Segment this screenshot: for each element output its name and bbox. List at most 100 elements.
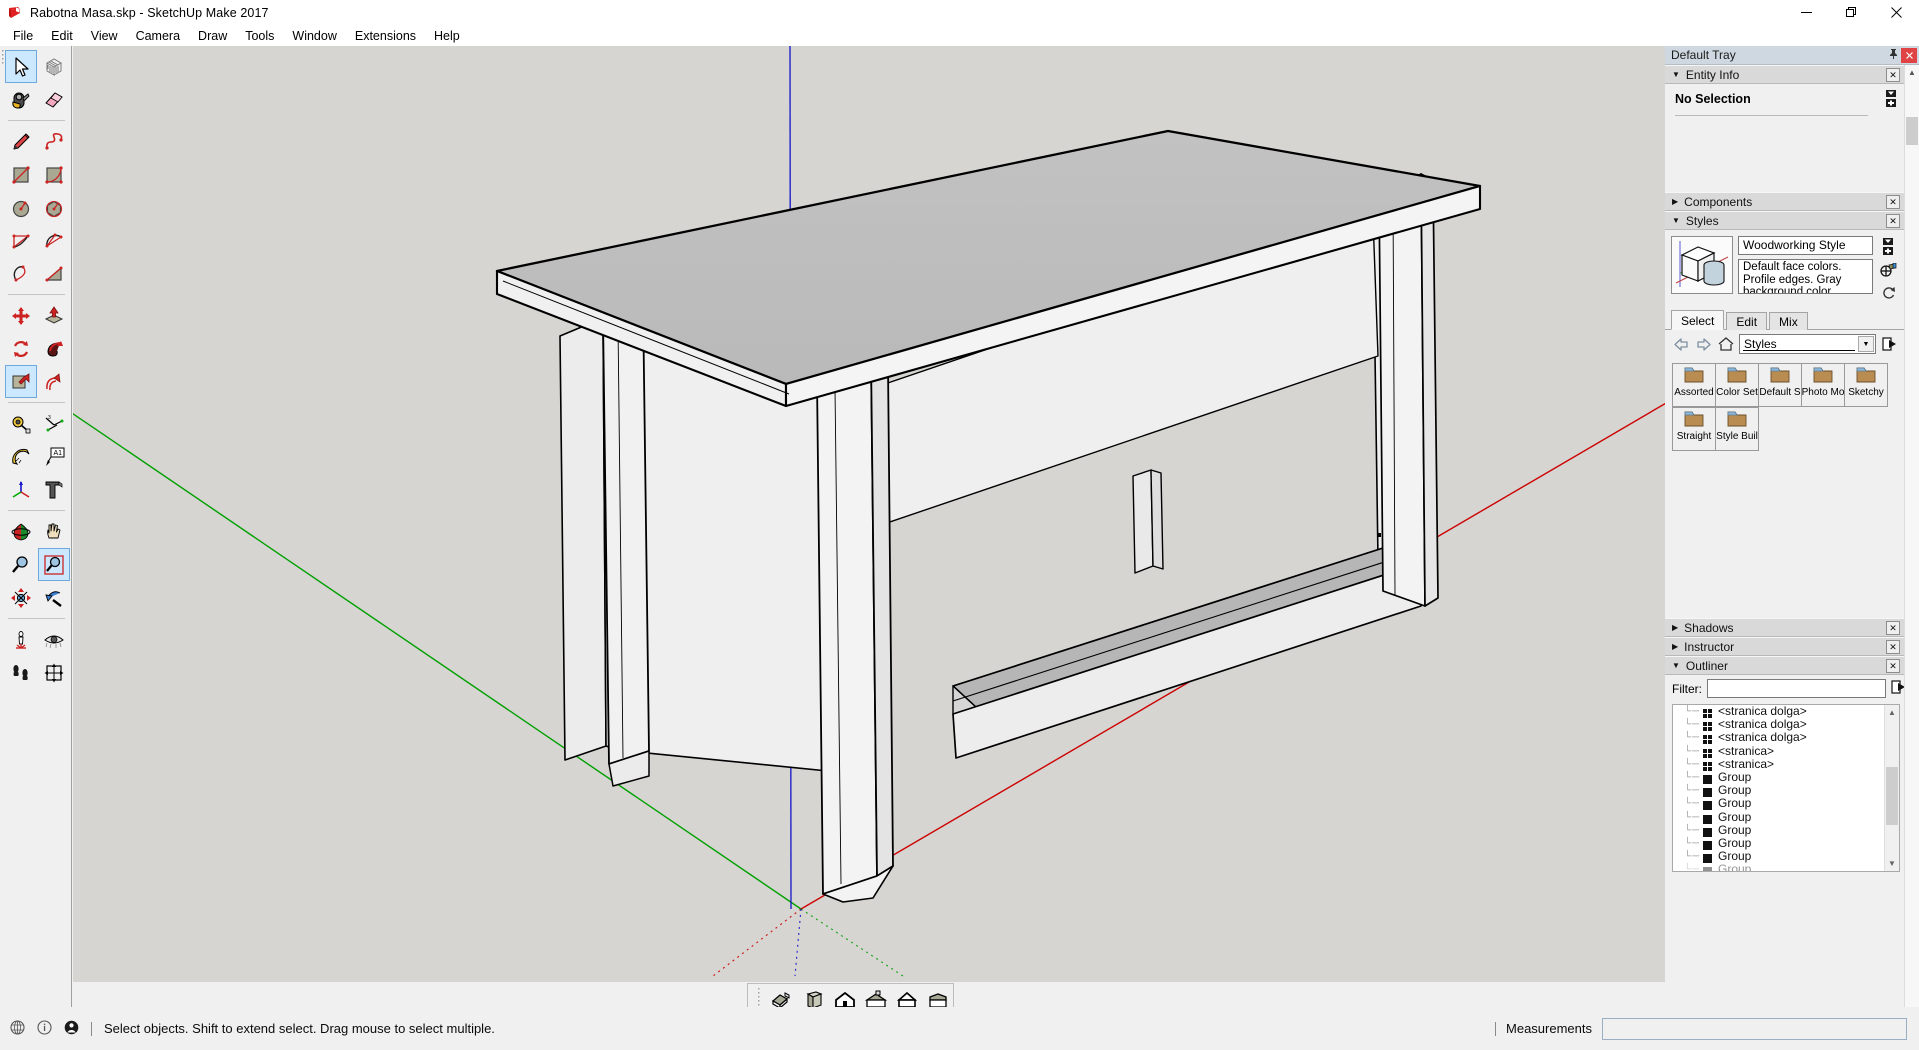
menu-file[interactable]: File [4,26,42,46]
tray-close-icon[interactable] [1901,48,1917,63]
polygon-tool[interactable] [39,191,71,224]
details-flyout-icon[interactable] [1881,336,1898,353]
eraser-tool[interactable] [39,83,71,116]
zoom-window-tool[interactable] [38,548,70,581]
outliner-tree[interactable]: └─ <stranica dolga> └─ <stranica dolga> [1672,704,1900,872]
tray-scrollbar[interactable]: ▲ [1904,65,1919,1007]
walk-tool[interactable] [5,656,37,689]
update-style-icon[interactable] [1880,263,1897,281]
make-component-tool[interactable] [39,50,70,83]
panel-close-outliner[interactable]: ✕ [1886,659,1900,673]
tape-measure-tool[interactable] [5,407,37,440]
paint-bucket-tool[interactable] [5,83,37,116]
previous-view-tool[interactable] [39,581,71,614]
pie-tool[interactable] [39,257,71,290]
menu-draw[interactable]: Draw [189,26,236,46]
tray-scroll-thumb[interactable] [1906,117,1918,145]
text-tool[interactable]: A1 [39,440,71,473]
position-camera-tool[interactable] [5,623,37,656]
scale-tool[interactable] [5,365,37,398]
close-button[interactable] [1874,0,1919,25]
menu-view[interactable]: View [82,26,127,46]
style-description-input[interactable]: Default face colors. Profile edges. Gray… [1738,259,1873,294]
arrow-left-icon[interactable] [1673,336,1690,353]
tab-edit[interactable]: Edit [1726,312,1767,330]
three-point-arc-tool[interactable] [5,257,37,290]
move-tool[interactable] [5,299,37,332]
arc-tool[interactable] [5,224,37,257]
select-tool[interactable] [5,50,37,83]
panel-header-components[interactable]: ▶ Components ✕ [1665,192,1904,211]
list-item[interactable]: └─ <stranica> [1673,745,1899,758]
protractor-tool[interactable] [5,440,37,473]
panel-header-outliner[interactable]: ▼ Outliner ✕ [1665,656,1904,675]
style-folder-style-builder[interactable]: Style Buil [1715,407,1759,451]
pan-tool[interactable] [39,515,71,548]
style-folder-straight-lines[interactable]: Straight [1672,407,1716,451]
geo-location-icon[interactable] [10,1020,25,1038]
3d-text-tool[interactable] [39,473,71,506]
tray-scroll-up[interactable]: ▲ [1905,65,1919,80]
chevron-up-icon[interactable]: ▲ [1885,705,1899,720]
rotate-tool[interactable] [5,332,37,365]
list-item[interactable]: └─ Group [1673,863,1899,872]
create-new-style-icon[interactable] [1881,238,1895,258]
chevron-down-icon[interactable]: ▼ [1858,336,1874,352]
dimension-tool[interactable]: 3 [39,407,71,440]
tab-select[interactable]: Select [1671,310,1724,330]
home-icon[interactable] [1717,336,1734,353]
menu-extensions[interactable]: Extensions [346,26,425,46]
panel-header-shadows[interactable]: ▶ Shadows ✕ [1665,618,1904,637]
freehand-tool[interactable] [39,125,71,158]
circle-tool[interactable] [5,191,37,224]
orbit-tool[interactable] [5,515,37,548]
menu-edit[interactable]: Edit [42,26,82,46]
style-folder-default-styles[interactable]: Default S [1758,363,1802,407]
list-item[interactable]: └─ Group [1673,797,1899,810]
style-collection-dropdown[interactable]: Styles ▼ [1739,334,1876,354]
style-folder-sketchy-edges[interactable]: Sketchy [1844,363,1888,407]
list-item[interactable]: └─ Group [1673,824,1899,837]
filter-input[interactable] [1707,679,1886,698]
list-item[interactable]: └─ <stranica dolga> [1673,731,1899,744]
list-item[interactable]: └─ Group [1673,784,1899,797]
style-folder-color-sets[interactable]: Color Set [1715,363,1759,407]
rectangle-tool[interactable] [5,158,37,191]
minimize-button[interactable] [1784,0,1829,25]
outliner-scroll-thumb[interactable] [1886,767,1898,825]
list-item[interactable]: └─ <stranica> [1673,758,1899,771]
maximize-button[interactable] [1829,0,1874,25]
list-item[interactable]: └─ Group [1673,771,1899,784]
tab-mix[interactable]: Mix [1769,312,1808,330]
push-pull-tool[interactable] [39,299,71,332]
axes-tool[interactable] [5,473,37,506]
follow-me-tool[interactable] [39,332,71,365]
panel-header-instructor[interactable]: ▶ Instructor ✕ [1665,637,1904,656]
list-item[interactable]: └─ Group [1673,837,1899,850]
look-around-tool[interactable] [39,623,71,656]
menu-help[interactable]: Help [425,26,469,46]
style-folder-photo-modeling[interactable]: Photo Mo [1801,363,1845,407]
zoom-extents-tool[interactable] [5,581,37,614]
list-item[interactable]: └─ <stranica dolga> [1673,705,1899,718]
model-viewport[interactable] [73,46,1665,982]
expand-collapse-icon[interactable] [1884,90,1898,107]
panel-close-styles[interactable]: ✕ [1886,214,1900,228]
menu-tools[interactable]: Tools [236,26,283,46]
person-credits-icon[interactable] [64,1020,79,1038]
rotated-rectangle-tool[interactable] [39,158,71,191]
section-plane-tool[interactable] [39,656,71,689]
outliner-scrollbar[interactable]: ▲ ▼ [1884,705,1899,871]
panel-close-components[interactable]: ✕ [1886,195,1900,209]
panel-close-shadows[interactable]: ✕ [1886,621,1900,635]
menu-window[interactable]: Window [283,26,345,46]
two-point-arc-tool[interactable] [39,224,71,257]
panel-close-instructor[interactable]: ✕ [1886,640,1900,654]
pin-icon[interactable] [1885,48,1901,62]
style-preview-thumbnail[interactable] [1671,236,1733,294]
menu-camera[interactable]: Camera [127,26,189,46]
refresh-circular-arrow-icon[interactable] [1881,286,1896,303]
list-item[interactable]: └─ <stranica dolga> [1673,718,1899,731]
arrow-right-icon[interactable] [1695,336,1712,353]
panel-close-entity-info[interactable]: ✕ [1886,68,1900,82]
